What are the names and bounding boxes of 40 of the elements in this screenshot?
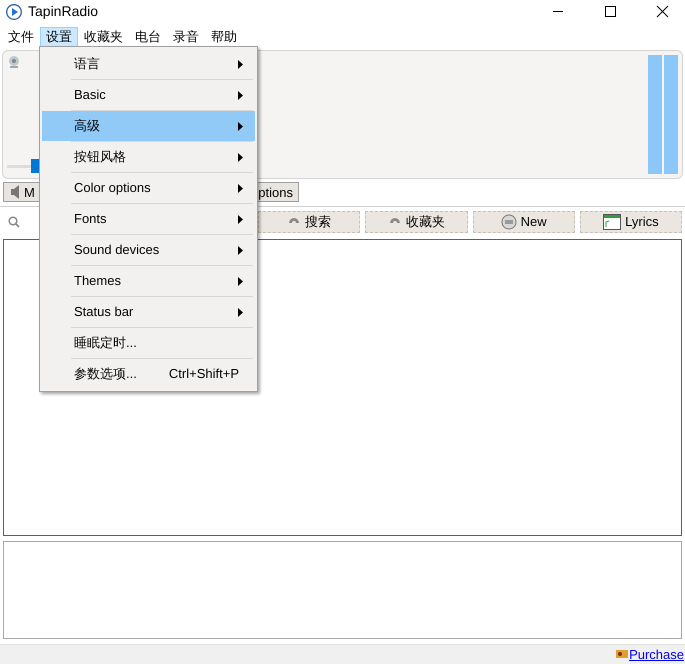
play-logo-icon (6, 4, 22, 20)
key-icon (615, 648, 630, 660)
menu-item[interactable]: 收藏夹 (78, 26, 129, 47)
dropdown-item[interactable]: 按钮风格 (42, 142, 255, 172)
dropdown-item[interactable]: 语言 (42, 49, 255, 79)
toolbar-button[interactable]: 收藏夹 (365, 210, 468, 233)
toolbar-button[interactable]: New (472, 210, 575, 233)
dropdown-item[interactable]: 睡眠定时... (42, 328, 255, 358)
submenu-arrow-icon (238, 276, 243, 286)
dropdown-item[interactable]: 参数选项... Ctrl+Shift+P (42, 359, 255, 389)
window-icon (603, 214, 622, 230)
radio-icon (500, 214, 517, 230)
menu-item[interactable]: 帮助 (205, 26, 243, 47)
dropdown-item[interactable]: Basic (42, 80, 255, 110)
shortcut-label: Ctrl+Shift+P (168, 365, 239, 384)
webcam-icon (7, 54, 21, 69)
menu-item[interactable]: 电台 (129, 26, 167, 47)
menu-item[interactable]: 录音 (167, 26, 205, 47)
dropdown-item[interactable]: Sound devices (42, 235, 255, 265)
submenu-arrow-icon (238, 184, 243, 192)
purchase-link[interactable]: Purchase (629, 644, 684, 664)
toolbar-button[interactable]: Lyrics (580, 210, 682, 233)
dropdown-item[interactable]: 高级 (42, 111, 255, 141)
submenu-arrow-icon (238, 152, 243, 162)
menu-item[interactable]: 文件 (2, 26, 40, 47)
menu-item[interactable]: 设置 (40, 26, 78, 47)
search-icon (8, 216, 20, 228)
submenu-arrow-icon (238, 214, 243, 224)
speaker-icon (10, 185, 20, 200)
dropdown-item[interactable]: Fonts (42, 204, 255, 234)
dropdown-item[interactable]: Status bar (42, 297, 255, 327)
dropdown-item[interactable]: Themes (42, 266, 255, 296)
submenu-arrow-icon (238, 60, 243, 68)
window-title: TapinRadio (28, 2, 98, 22)
submenu-arrow-icon (238, 90, 243, 100)
dropdown-item[interactable]: Color options (42, 173, 255, 203)
toolbar-button[interactable]: 搜索 (258, 210, 360, 233)
submenu-arrow-icon (238, 308, 243, 316)
submenu-arrow-icon (238, 246, 243, 254)
submenu-arrow-icon (238, 122, 243, 130)
